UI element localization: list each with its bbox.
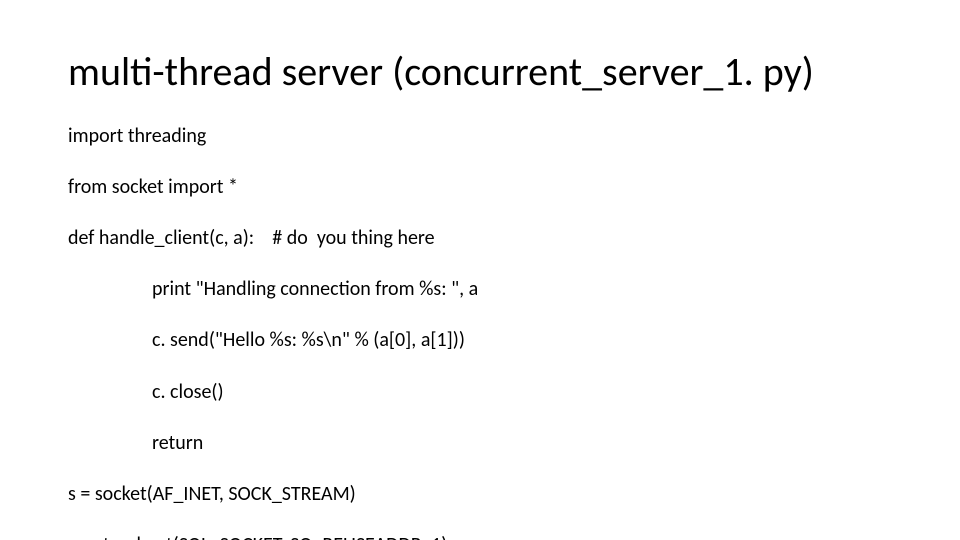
code-line: from socket import * bbox=[68, 175, 920, 201]
code-line: c. send("Hello %s: %s\n" % (a[0], a[1])) bbox=[68, 328, 920, 354]
code-line: import threading bbox=[68, 124, 920, 150]
code-block: import threading from socket import * de… bbox=[68, 98, 920, 540]
code-line: c. close() bbox=[68, 380, 920, 406]
slide: multi-thread server (concurrent_server_1… bbox=[0, 0, 960, 540]
code-line: s. setsockopt(SOL_SOCKET, SO_REUSEADDR, … bbox=[68, 533, 920, 540]
code-line: print "Handling connection from %s: ", a bbox=[68, 277, 920, 303]
code-line: s = socket(AF_INET, SOCK_STREAM) bbox=[68, 482, 920, 508]
slide-title: multi-thread server (concurrent_server_1… bbox=[68, 50, 920, 94]
code-line: return bbox=[68, 431, 920, 457]
code-line: def handle_client(c, a): # do you thing … bbox=[68, 226, 920, 252]
